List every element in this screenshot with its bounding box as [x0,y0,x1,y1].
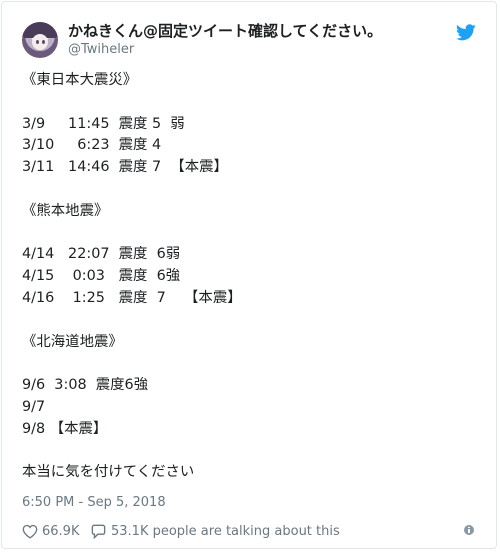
tweet-text-line [22,179,482,201]
tweet-timestamp[interactable]: 6:50 PM - Sep 5, 2018 [22,494,166,512]
speech-bubble-icon [91,524,106,539]
tweet-text-line: 3/11 14:46 震度 7 【本震】 [22,159,228,176]
tweet-text-line: 9/7 [22,398,46,415]
tweet-text-line: 《東日本大震災》 [22,72,138,88]
tweet-text-line: 《北海道地震》 [22,333,123,350]
conversation-link[interactable]: 53.1K people are talking about this [90,521,340,541]
tweet-text-line: 3/9 11:45 震度 5 弱 [22,115,185,132]
tweet-text-line: 4/15 0:03 震度 6強 [22,268,181,285]
tweet-text-line: 《熊本地震》 [22,202,109,219]
tweet-text-line [22,223,482,245]
tweet-text-line: 9/8 【本震】 [22,420,108,437]
display-name[interactable]: かねきくん@固定ツイート確認してください。 [68,21,382,41]
tweet-text-line: 9/6 3:08 震度6強 [22,377,149,394]
tweet-text-line [22,310,482,332]
user-handle[interactable]: @Twiheler [68,41,382,59]
talking-text: 53.1K people are talking about this [111,523,340,539]
author-info[interactable]: かねきくん@固定ツイート確認してください。 @Twiheler [68,21,382,59]
tweet-text-line [22,441,482,463]
tweet-text-line: 4/16 1:25 震度 7 【本震】 [22,289,242,306]
tweet-text: 《東日本大震災》 3/9 11:45 震度 5 弱 3/10 6:23 震度 4 3… [22,70,482,484]
tweet-text-line: 本当に気を付けてください [22,464,195,481]
likes-count: 66.9K [42,523,80,539]
avatar[interactable] [22,22,58,58]
info-icon[interactable] [464,525,474,535]
tweet-text-line [22,353,482,375]
tweet-text-line [22,92,482,114]
heart-icon [22,524,38,539]
tweet-card: かねきくん@固定ツイート確認してください。 @Twiheler 《東日本大震災》… [1,1,497,549]
tweet-header: かねきくん@固定ツイート確認してください。 @Twiheler [22,20,480,60]
like-button[interactable]: 66.9K [22,521,79,541]
tweet-text-line: 3/10 6:23 震度 4 [22,137,162,154]
tweet-footer: 66.9K 53.1K people are talking about thi… [22,521,476,541]
tweet-text-line: 4/14 22:07 震度 6弱 [22,246,181,263]
twitter-bird-icon[interactable] [456,24,476,41]
